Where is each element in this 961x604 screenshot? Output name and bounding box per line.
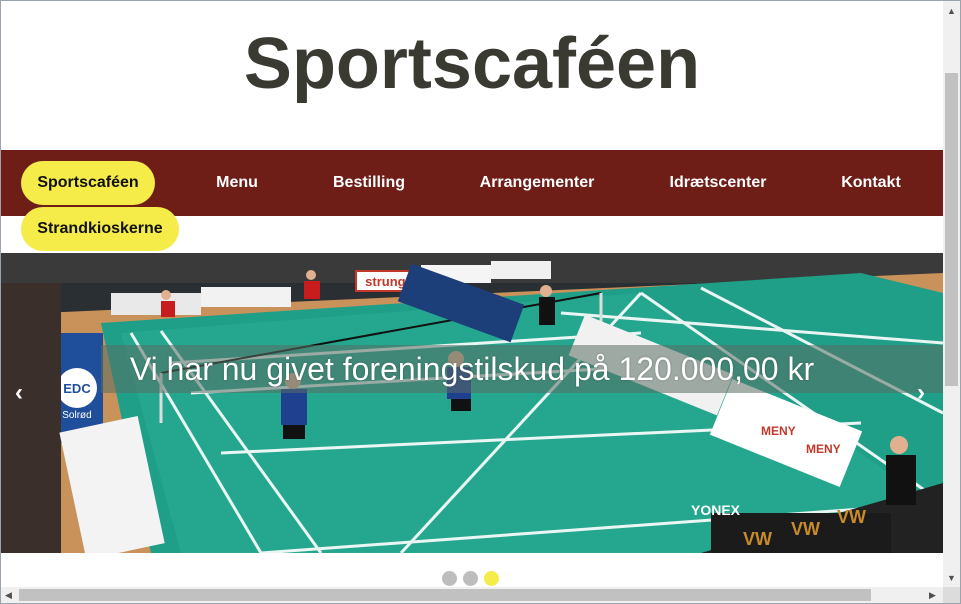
nav-item-bestilling[interactable]: Bestilling: [319, 161, 419, 205]
image-slider: strunge MENY MENY EDC Solrød VW VW VW YO…: [1, 253, 943, 553]
browser-viewport: Sportscaféen Sportscaféen Menu Bestillin…: [0, 0, 961, 604]
banner-text: VW: [791, 519, 820, 539]
horizontal-scroll-thumb[interactable]: [19, 589, 871, 601]
scroll-right-icon[interactable]: ▶: [929, 590, 936, 600]
scroll-up-icon[interactable]: ▲: [947, 6, 956, 16]
vertical-scrollbar[interactable]: ▲ ▼: [943, 1, 960, 587]
slider-dot-3-active[interactable]: [484, 571, 499, 586]
slider-dot-2[interactable]: [463, 571, 478, 586]
scroll-left-icon[interactable]: ◀: [5, 590, 12, 600]
nav-item-kontakt[interactable]: Kontakt: [827, 161, 915, 205]
banner-text: MENY: [806, 442, 841, 456]
badminton-photo: strunge MENY MENY EDC Solrød VW VW VW YO…: [1, 253, 943, 553]
nav-item-strandkioskerne[interactable]: Strandkioskerne: [21, 207, 179, 251]
banner-text: MENY: [761, 424, 796, 438]
slider-dot-1[interactable]: [442, 571, 457, 586]
nav-item-idraetscenter[interactable]: Idrætscenter: [653, 161, 783, 205]
nav-item-sportscafeen[interactable]: Sportscaféen: [21, 161, 155, 205]
nav-item-menu[interactable]: Menu: [197, 161, 277, 205]
site-title: Sportscaféen: [243, 24, 701, 104]
slider-prev-button[interactable]: ‹: [15, 381, 23, 405]
banner-text: VW: [743, 529, 772, 549]
banner-text: YONEX: [691, 502, 741, 518]
scroll-down-icon[interactable]: ▼: [947, 573, 956, 583]
vertical-scroll-thumb[interactable]: [945, 73, 958, 386]
slide-caption: Vi har nu givet foreningstilskud på 120.…: [129, 351, 815, 387]
banner-text: VW: [837, 507, 866, 527]
horizontal-scrollbar[interactable]: ◀ ▶: [1, 587, 943, 603]
nav-item-arrangementer[interactable]: Arrangementer: [467, 161, 607, 205]
slider-next-button[interactable]: ›: [917, 381, 925, 405]
banner-text: Solrød: [62, 410, 91, 421]
scrollbar-corner: [943, 587, 960, 603]
